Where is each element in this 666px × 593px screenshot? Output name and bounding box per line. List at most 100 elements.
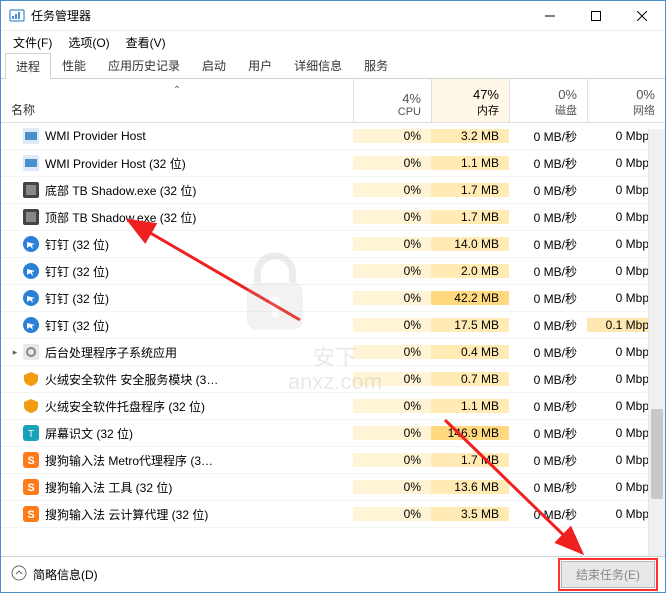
table-row[interactable]: 钉钉 (32 位)0%17.5 MB0 MB/秒0.1 Mbps — [1, 312, 665, 339]
process-icon — [23, 290, 39, 306]
titlebar[interactable]: 任务管理器 — [1, 1, 665, 31]
memory-cell: 146.9 MB — [431, 426, 509, 440]
disk-cell: 0 MB/秒 — [509, 155, 587, 172]
menu-view[interactable]: 查看(V) — [118, 32, 174, 53]
cpu-cell: 0% — [353, 210, 431, 224]
end-task-button[interactable]: 结束任务(E) — [561, 561, 655, 588]
process-list[interactable]: WMI Provider Host0%3.2 MB0 MB/秒0 MbpsWMI… — [1, 123, 665, 556]
svg-text:S: S — [27, 509, 34, 521]
scrollbar[interactable] — [648, 129, 665, 556]
table-row[interactable]: WMI Provider Host0%3.2 MB0 MB/秒0 Mbps — [1, 123, 665, 150]
disk-percent: 0% — [510, 87, 577, 102]
menubar: 文件(F) 选项(O) 查看(V) — [1, 31, 665, 53]
cpu-cell: 0% — [353, 453, 431, 467]
memory-cell: 0.7 MB — [431, 372, 509, 386]
cpu-cell: 0% — [353, 129, 431, 143]
process-name: 搜狗输入法 云计算代理 (32 位) — [45, 506, 208, 523]
table-row[interactable]: 火绒安全软件托盘程序 (32 位)0%1.1 MB0 MB/秒0 Mbps — [1, 393, 665, 420]
maximize-button[interactable] — [573, 1, 619, 31]
process-name-cell: 底部 TB Shadow.exe (32 位) — [1, 182, 353, 199]
cpu-cell: 0% — [353, 264, 431, 278]
tab-users[interactable]: 用户 — [237, 52, 283, 78]
tab-processes[interactable]: 进程 — [5, 53, 51, 79]
tab-app-history[interactable]: 应用历史记录 — [97, 52, 191, 78]
menu-options[interactable]: 选项(O) — [60, 32, 117, 53]
memory-cell: 3.5 MB — [431, 507, 509, 521]
disk-cell: 0 MB/秒 — [509, 236, 587, 253]
memory-cell: 2.0 MB — [431, 264, 509, 278]
process-name: WMI Provider Host (32 位) — [45, 155, 186, 172]
table-row[interactable]: 钉钉 (32 位)0%42.2 MB0 MB/秒0 Mbps — [1, 285, 665, 312]
cpu-percent: 4% — [354, 91, 421, 106]
close-button[interactable] — [619, 1, 665, 31]
minimize-button[interactable] — [527, 1, 573, 31]
tab-startup[interactable]: 启动 — [191, 52, 237, 78]
process-name: 钉钉 (32 位) — [45, 263, 109, 280]
cpu-cell: 0% — [353, 372, 431, 386]
svg-text:T: T — [28, 429, 34, 440]
mem-label: 内存 — [432, 102, 499, 118]
table-row[interactable]: S搜狗输入法 工具 (32 位)0%13.6 MB0 MB/秒0 Mbps — [1, 474, 665, 501]
tab-details[interactable]: 详细信息 — [283, 52, 353, 78]
process-icon: S — [23, 479, 39, 495]
process-name-cell: 钉钉 (32 位) — [1, 317, 353, 334]
disk-label: 磁盘 — [510, 102, 577, 118]
memory-cell: 14.0 MB — [431, 237, 509, 251]
process-name: 屏幕识文 (32 位) — [45, 425, 133, 442]
col-header-cpu[interactable]: 4% CPU — [353, 79, 431, 122]
process-name-cell: 火绒安全软件 安全服务模块 (3… — [1, 371, 353, 388]
cpu-cell: 0% — [353, 426, 431, 440]
tab-performance[interactable]: 性能 — [51, 52, 97, 78]
footer: 简略信息(D) 结束任务(E) — [1, 556, 665, 592]
process-name-cell: ▸后台处理程序子系统应用 — [1, 344, 353, 361]
sort-caret-icon: ⌃ — [173, 85, 181, 96]
expand-icon[interactable]: ▸ — [9, 347, 21, 358]
process-name: 火绒安全软件托盘程序 (32 位) — [45, 398, 205, 415]
table-row[interactable]: WMI Provider Host (32 位)0%1.1 MB0 MB/秒0 … — [1, 150, 665, 177]
process-name: WMI Provider Host — [45, 129, 146, 143]
col-header-name[interactable]: ⌃ 名称 — [1, 79, 353, 122]
disk-cell: 0 MB/秒 — [509, 290, 587, 307]
col-header-memory[interactable]: 47% 内存 — [431, 79, 509, 122]
table-row[interactable]: 钉钉 (32 位)0%14.0 MB0 MB/秒0 Mbps — [1, 231, 665, 258]
process-name-cell: 顶部 TB Shadow.exe (32 位) — [1, 209, 353, 226]
cpu-cell: 0% — [353, 345, 431, 359]
process-icon: S — [23, 506, 39, 522]
disk-cell: 0 MB/秒 — [509, 344, 587, 361]
process-icon — [23, 263, 39, 279]
tab-services[interactable]: 服务 — [353, 52, 399, 78]
column-headers: ⌃ 名称 4% CPU 47% 内存 0% 磁盘 0% 网络 — [1, 79, 665, 123]
process-icon — [23, 155, 39, 171]
process-icon — [23, 344, 39, 360]
table-row[interactable]: ▸后台处理程序子系统应用0%0.4 MB0 MB/秒0 Mbps — [1, 339, 665, 366]
table-row[interactable]: 火绒安全软件 安全服务模块 (3…0%0.7 MB0 MB/秒0 Mbps — [1, 366, 665, 393]
scroll-thumb[interactable] — [651, 409, 663, 499]
table-row[interactable]: 钉钉 (32 位)0%2.0 MB0 MB/秒0 Mbps — [1, 258, 665, 285]
fewer-details-button[interactable]: 简略信息(D) — [11, 565, 98, 584]
process-name-cell: 钉钉 (32 位) — [1, 263, 353, 280]
col-header-disk[interactable]: 0% 磁盘 — [509, 79, 587, 122]
cpu-cell: 0% — [353, 507, 431, 521]
table-row[interactable]: S搜狗输入法 Metro代理程序 (3…0%1.7 MB0 MB/秒0 Mbps — [1, 447, 665, 474]
fewer-details-label: 简略信息(D) — [33, 566, 98, 583]
table-row[interactable]: 底部 TB Shadow.exe (32 位)0%1.7 MB0 MB/秒0 M… — [1, 177, 665, 204]
task-manager-window: 任务管理器 文件(F) 选项(O) 查看(V) 进程 性能 应用历史记录 启动 … — [0, 0, 666, 593]
table-row[interactable]: 顶部 TB Shadow.exe (32 位)0%1.7 MB0 MB/秒0 M… — [1, 204, 665, 231]
process-name-cell: 火绒安全软件托盘程序 (32 位) — [1, 398, 353, 415]
memory-cell: 1.7 MB — [431, 183, 509, 197]
memory-cell: 17.5 MB — [431, 318, 509, 332]
process-icon: S — [23, 452, 39, 468]
table-row[interactable]: S搜狗输入法 云计算代理 (32 位)0%3.5 MB0 MB/秒0 Mbps — [1, 501, 665, 528]
disk-cell: 0 MB/秒 — [509, 317, 587, 334]
memory-cell: 1.1 MB — [431, 399, 509, 413]
disk-cell: 0 MB/秒 — [509, 128, 587, 145]
process-icon — [23, 371, 39, 387]
cpu-cell: 0% — [353, 480, 431, 494]
process-icon — [23, 398, 39, 414]
table-row[interactable]: T屏幕识文 (32 位)0%146.9 MB0 MB/秒0 Mbps — [1, 420, 665, 447]
menu-file[interactable]: 文件(F) — [5, 32, 60, 53]
col-header-network[interactable]: 0% 网络 — [587, 79, 665, 122]
memory-cell: 1.7 MB — [431, 210, 509, 224]
app-icon — [9, 8, 25, 24]
memory-cell: 3.2 MB — [431, 129, 509, 143]
